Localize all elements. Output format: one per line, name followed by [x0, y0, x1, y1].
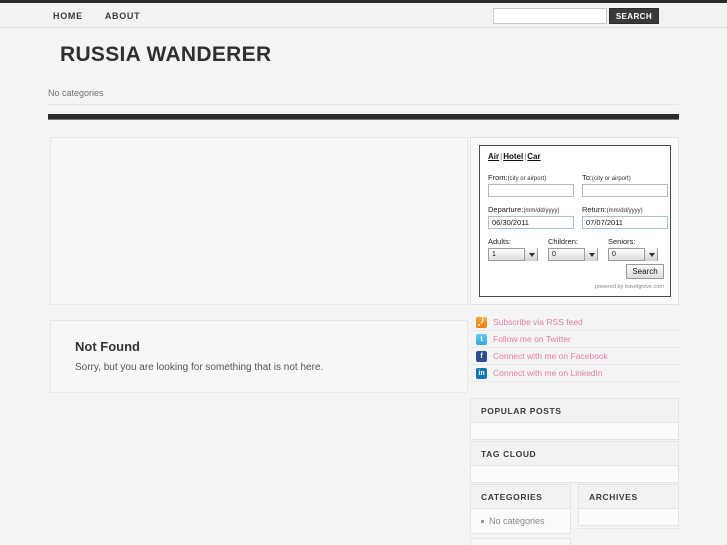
to-input[interactable]: [582, 184, 668, 197]
archives-divider: [578, 528, 679, 529]
tab-air[interactable]: Air: [488, 152, 499, 161]
return-label-text: Return:: [582, 205, 607, 214]
widget-title: TAG CLOUD: [471, 442, 678, 466]
not-found-body: Sorry, but you are looking for something…: [75, 362, 324, 373]
facebook-icon: f: [476, 350, 487, 362]
social-link-facebook[interactable]: f Connect with me on Facebook: [470, 348, 679, 365]
chevron-down-icon: [644, 248, 657, 261]
social-link-twitter[interactable]: t Follow me on Twitter: [470, 331, 679, 348]
widget-bottom-partial: [470, 538, 571, 545]
travel-tabs: Air|Hotel|Car: [488, 152, 541, 161]
page-root: HOME ABOUT SEARCH RUSSIA WANDERER No cat…: [0, 0, 727, 545]
sidebar: Air|Hotel|Car From:(city or airport) To:…: [470, 137, 679, 305]
to-label: To:(city or airport): [582, 173, 631, 182]
from-label: From:(city or airport): [488, 173, 546, 182]
tab-car[interactable]: Car: [527, 152, 540, 161]
to-label-text: To:: [582, 173, 593, 182]
search-button[interactable]: SEARCH: [608, 8, 659, 24]
section-divider: [48, 114, 679, 120]
departure-hint: (mm/dd/yyyy): [523, 208, 560, 214]
social-link-label: Follow me on Twitter: [493, 334, 571, 344]
not-found-panel: Not Found Sorry, but you are looking for…: [50, 320, 468, 393]
main-empty-panel: [50, 137, 468, 305]
adults-select[interactable]: 1: [488, 248, 538, 261]
return-label: Return:(mm/dd/yyyy): [582, 205, 643, 214]
categories-list: No categories: [471, 509, 570, 533]
rss-icon: [476, 316, 487, 328]
widget-categories: CATEGORIES No categories: [470, 484, 571, 534]
categories-strip-text: No categories: [48, 88, 104, 98]
from-label-text: From:: [488, 173, 508, 182]
tab-hotel[interactable]: Hotel: [503, 152, 523, 161]
header-search: SEARCH: [492, 8, 659, 24]
departure-label-text: Departure:: [488, 205, 524, 214]
travel-search-button[interactable]: Search: [626, 264, 664, 279]
from-input[interactable]: [488, 184, 574, 197]
nav-item-about[interactable]: ABOUT: [105, 11, 141, 21]
adults-value: 1: [492, 251, 496, 258]
twitter-icon: t: [476, 333, 487, 345]
not-found-title: Not Found: [75, 339, 140, 354]
widget-title: POPULAR POSTS: [471, 399, 678, 423]
travel-search-form: Air|Hotel|Car From:(city or airport) To:…: [479, 145, 671, 297]
social-link-label: Connect with me on LinkedIn: [493, 368, 603, 378]
social-link-label: Subscribe via RSS feed: [493, 317, 583, 327]
to-hint: (city or airport): [592, 176, 631, 182]
top-navigation-bar: HOME ABOUT SEARCH: [0, 0, 727, 28]
chevron-down-icon: [524, 248, 537, 261]
adults-label: Adults:: [488, 237, 511, 246]
linkedin-icon: in: [476, 367, 487, 379]
widget-popular-posts: POPULAR POSTS: [470, 398, 679, 440]
widget-body: No categories: [471, 509, 570, 533]
categories-strip: No categories: [48, 83, 679, 105]
seniors-label: Seniors:: [608, 237, 636, 246]
social-links-list: Subscribe via RSS feed t Follow me on Tw…: [470, 314, 679, 382]
return-hint: (mm/dd/yyyy): [606, 208, 643, 214]
seniors-value: 0: [612, 251, 616, 258]
social-link-linkedin[interactable]: in Connect with me on LinkedIn: [470, 365, 679, 382]
children-value: 0: [552, 251, 556, 258]
seniors-select[interactable]: 0: [608, 248, 658, 261]
children-select[interactable]: 0: [548, 248, 598, 261]
return-input[interactable]: [582, 216, 668, 229]
widget-body: [579, 509, 678, 525]
widget-body: [471, 466, 678, 482]
travel-widget-credit: powered by travelgrove.com: [594, 284, 664, 290]
from-hint: (city or airport): [507, 176, 547, 182]
social-link-rss[interactable]: Subscribe via RSS feed: [470, 314, 679, 331]
widget-archives: ARCHIVES: [578, 484, 679, 526]
social-link-label: Connect with me on Facebook: [493, 351, 608, 361]
search-input[interactable]: [492, 8, 607, 24]
widget-body: [471, 423, 678, 439]
primary-nav: HOME ABOUT: [53, 11, 140, 21]
widget-title: CATEGORIES: [471, 485, 570, 509]
site-title: RUSSIA WANDERER: [60, 43, 272, 66]
children-label: Children:: [548, 237, 579, 246]
departure-input[interactable]: [488, 216, 574, 229]
departure-label: Departure:(mm/dd/yyyy): [488, 205, 559, 214]
widget-title: ARCHIVES: [579, 485, 678, 509]
travel-search-widget: Air|Hotel|Car From:(city or airport) To:…: [470, 137, 679, 305]
nav-item-home[interactable]: HOME: [53, 11, 83, 21]
widget-tag-cloud: TAG CLOUD: [470, 441, 679, 483]
chevron-down-icon: [584, 248, 597, 261]
list-item[interactable]: No categories: [481, 516, 570, 526]
